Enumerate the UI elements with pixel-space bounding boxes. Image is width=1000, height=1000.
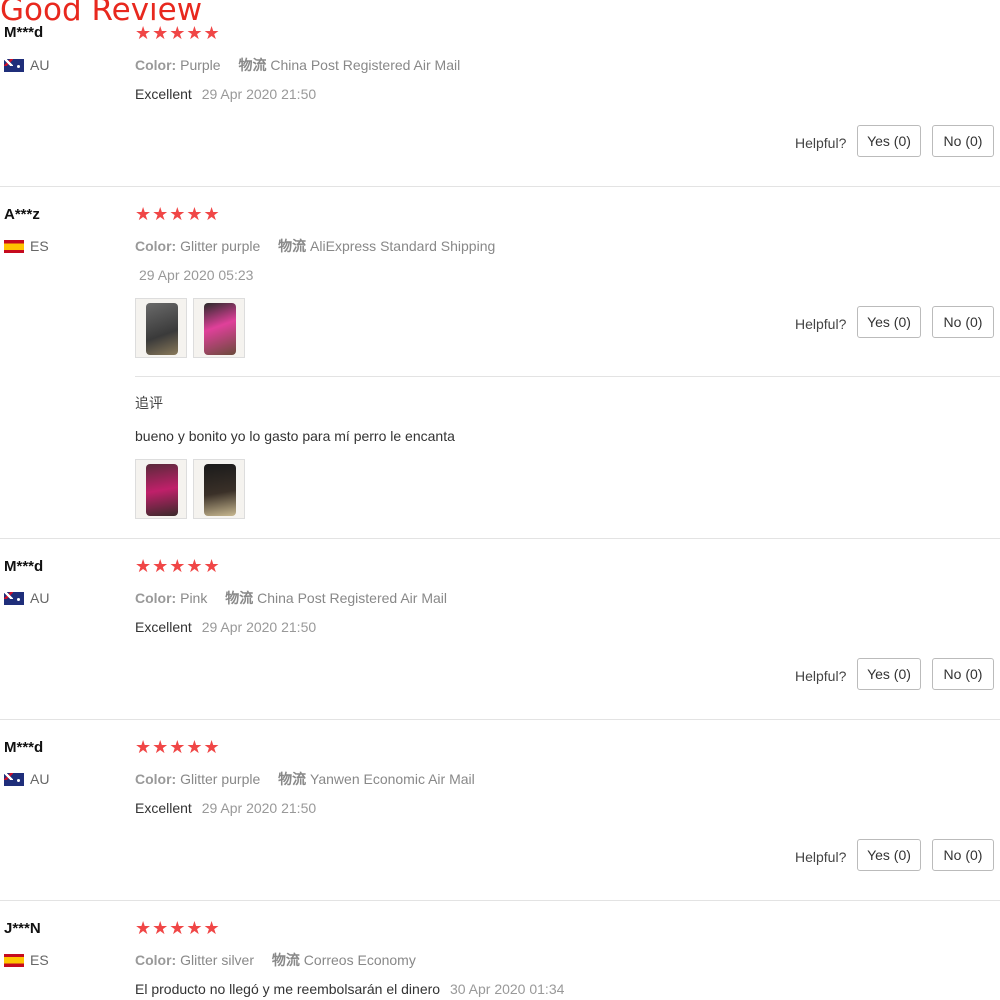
review-attributes: Color: Glitter silver 物流 Correos Economy bbox=[135, 950, 416, 970]
color-value: Glitter purple bbox=[180, 771, 261, 787]
helpful-yes-button[interactable]: Yes (0) bbox=[857, 306, 921, 338]
color-label: Color: bbox=[135, 771, 177, 787]
followup-divider bbox=[135, 376, 1000, 377]
shipping-value: Yanwen Economic Air Mail bbox=[310, 771, 475, 787]
reviewer-name: M***d bbox=[4, 24, 44, 41]
color-label: Color: bbox=[135, 238, 177, 254]
reviewer-name: J***N bbox=[4, 920, 41, 937]
review-photo[interactable] bbox=[135, 298, 187, 358]
review-item: M***d AU ★★★★★ Color: Glitter purple 物流 … bbox=[0, 719, 1000, 901]
review-item: A***z ES ★★★★★ Color: Glitter purple 物流 … bbox=[0, 186, 1000, 539]
reviewer-name: A***z bbox=[4, 206, 40, 223]
helpful-label: Helpful? bbox=[795, 316, 847, 332]
country-code: AU bbox=[30, 590, 50, 606]
country-code: AU bbox=[30, 771, 50, 787]
helpful-label: Helpful? bbox=[795, 849, 847, 865]
reviewer-country: ES bbox=[4, 238, 49, 254]
star-rating: ★★★★★ bbox=[135, 204, 221, 224]
review-feedback: 29 Apr 2020 05:23 bbox=[135, 267, 253, 283]
review-feedback: Excellent 29 Apr 2020 21:50 bbox=[135, 619, 316, 635]
feedback-text: Excellent bbox=[135, 800, 192, 816]
feedback-text: Excellent bbox=[135, 86, 192, 102]
star-rating: ★★★★★ bbox=[135, 737, 221, 757]
helpful-label: Helpful? bbox=[795, 135, 847, 151]
spain-flag-icon bbox=[4, 239, 24, 253]
review-feedback: Excellent 29 Apr 2020 21:50 bbox=[135, 86, 316, 102]
reviewer-country: AU bbox=[4, 590, 49, 606]
color-label: Color: bbox=[135, 952, 177, 968]
australia-flag-icon bbox=[4, 772, 24, 786]
helpful-no-button[interactable]: No (0) bbox=[932, 839, 994, 871]
helpful-yes-button[interactable]: Yes (0) bbox=[857, 839, 921, 871]
review-date: 29 Apr 2020 21:50 bbox=[201, 800, 317, 816]
review-attributes: Color: Glitter purple 物流 AliExpress Stan… bbox=[135, 236, 495, 256]
reviewer-country: AU bbox=[4, 57, 49, 73]
brush-photo-purple bbox=[146, 464, 178, 516]
country-code: AU bbox=[30, 57, 50, 73]
review-date: 29 Apr 2020 05:23 bbox=[139, 267, 254, 283]
shipping-label: 物流 bbox=[271, 952, 300, 968]
review-attributes: Color: Purple 物流 China Post Registered A… bbox=[135, 55, 460, 75]
review-feedback: El producto no llegó y me reembolsarán e… bbox=[135, 981, 564, 997]
review-item: M***d AU ★★★★★ Color: Pink 物流 China Post… bbox=[0, 538, 1000, 720]
helpful-yes-button[interactable]: Yes (0) bbox=[857, 125, 921, 157]
helpful-no-button[interactable]: No (0) bbox=[932, 658, 994, 690]
review-date: 29 Apr 2020 21:50 bbox=[201, 86, 317, 102]
shipping-value: China Post Registered Air Mail bbox=[257, 590, 447, 606]
reviewer-country: ES bbox=[4, 952, 49, 968]
reviewer-country: AU bbox=[4, 771, 49, 787]
star-rating: ★★★★★ bbox=[135, 918, 221, 938]
helpful-label: Helpful? bbox=[795, 668, 847, 684]
color-label: Color: bbox=[135, 590, 177, 606]
helpful-no-button[interactable]: No (0) bbox=[932, 125, 994, 157]
shipping-label: 物流 bbox=[238, 57, 267, 73]
review-feedback: Excellent 29 Apr 2020 21:50 bbox=[135, 800, 316, 816]
country-code: ES bbox=[30, 952, 49, 968]
color-value: Glitter silver bbox=[180, 952, 255, 968]
country-code: ES bbox=[30, 238, 49, 254]
star-rating: ★★★★★ bbox=[135, 556, 221, 576]
feedback-text: Excellent bbox=[135, 619, 192, 635]
shipping-label: 物流 bbox=[278, 771, 307, 787]
followup-photo[interactable] bbox=[193, 459, 245, 519]
reviewer-name: M***d bbox=[4, 558, 44, 575]
review-item: J***N ES ★★★★★ Color: Glitter silver 物流 … bbox=[0, 900, 1000, 1000]
shipping-label: 物流 bbox=[225, 590, 254, 606]
australia-flag-icon bbox=[4, 58, 24, 72]
shipping-value: Correos Economy bbox=[303, 952, 416, 968]
star-rating: ★★★★★ bbox=[135, 23, 221, 43]
australia-flag-icon bbox=[4, 591, 24, 605]
review-item: M***d AU ★★★★★ Color: Purple 物流 China Po… bbox=[0, 0, 1000, 187]
helpful-no-button[interactable]: No (0) bbox=[932, 306, 994, 338]
shipping-value: China Post Registered Air Mail bbox=[270, 57, 461, 73]
color-value: Purple bbox=[180, 57, 221, 73]
shipping-label: 物流 bbox=[278, 238, 307, 254]
color-value: Pink bbox=[180, 590, 208, 606]
review-date: 30 Apr 2020 01:34 bbox=[449, 981, 565, 997]
review-attributes: Color: Glitter purple 物流 Yanwen Economic… bbox=[135, 769, 475, 789]
review-photo[interactable] bbox=[193, 298, 245, 358]
spain-flag-icon bbox=[4, 953, 24, 967]
brush-photo-gray bbox=[146, 303, 178, 355]
color-value: Glitter purple bbox=[180, 238, 261, 254]
followup-title: 追评 bbox=[135, 395, 163, 411]
review-attributes: Color: Pink 物流 China Post Registered Air… bbox=[135, 588, 447, 608]
feedback-text: El producto no llegó y me reembolsarán e… bbox=[135, 981, 441, 997]
brush-photo-black bbox=[204, 464, 236, 516]
shipping-value: AliExpress Standard Shipping bbox=[310, 238, 496, 254]
followup-photo[interactable] bbox=[135, 459, 187, 519]
reviewer-name: M***d bbox=[4, 739, 44, 756]
brush-photo-pink bbox=[204, 303, 236, 355]
color-label: Color: bbox=[135, 57, 177, 73]
helpful-yes-button[interactable]: Yes (0) bbox=[857, 658, 921, 690]
followup-text: bueno y bonito yo lo gasto para mí perro… bbox=[135, 428, 455, 444]
review-date: 29 Apr 2020 21:50 bbox=[201, 619, 317, 635]
